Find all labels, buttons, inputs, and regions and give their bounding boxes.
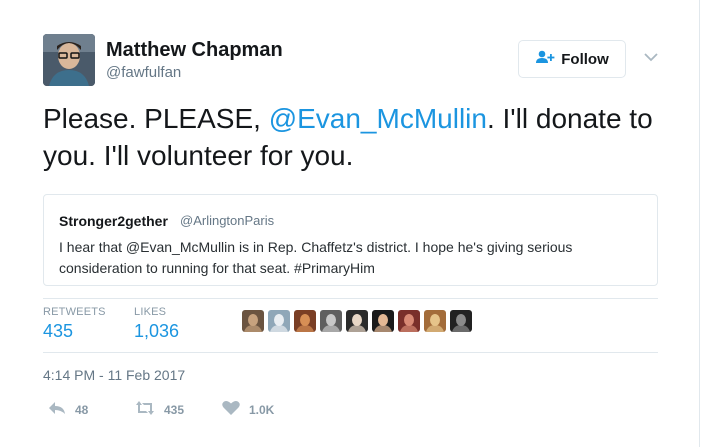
- liker-avatar[interactable]: [320, 310, 342, 332]
- author-handle[interactable]: @fawfulfan: [106, 64, 181, 81]
- liker-avatar[interactable]: [372, 310, 394, 332]
- retweet-icon: [134, 400, 156, 421]
- tweet-text: Please. PLEASE, @Evan_McMullin. I'll don…: [43, 100, 673, 174]
- quoted-tweet[interactable]: Stronger2gether @ArlingtonParis I hear t…: [43, 194, 658, 286]
- heart-icon: [221, 400, 241, 421]
- like-button[interactable]: 1.0K: [221, 400, 274, 420]
- stats-divider-bottom: [43, 352, 658, 353]
- liker-avatar[interactable]: [450, 310, 472, 332]
- tweet-text-before: Please. PLEASE,: [43, 103, 269, 134]
- reply-button[interactable]: 48: [47, 400, 88, 420]
- mention-link[interactable]: @Evan_McMullin: [269, 103, 487, 134]
- likers-avatars: [242, 310, 472, 340]
- retweets-label: RETWEETS: [43, 306, 106, 318]
- liker-avatar[interactable]: [294, 310, 316, 332]
- follow-button[interactable]: Follow: [518, 40, 626, 78]
- retweet-count: 435: [164, 403, 185, 417]
- quoted-author-handle: @ArlingtonParis: [180, 213, 275, 228]
- retweet-button[interactable]: 435: [134, 400, 184, 420]
- follow-user-icon: [535, 50, 555, 69]
- follow-label: Follow: [561, 50, 609, 68]
- retweets-count[interactable]: 435: [43, 321, 73, 342]
- author-name[interactable]: Matthew Chapman: [106, 39, 283, 62]
- liker-avatar[interactable]: [346, 310, 368, 332]
- liker-avatar[interactable]: [424, 310, 446, 332]
- like-count: 1.0K: [249, 403, 275, 417]
- likes-label: LIKES: [134, 306, 167, 318]
- reply-icon: [47, 400, 67, 421]
- liker-avatar[interactable]: [398, 310, 420, 332]
- liker-avatar[interactable]: [268, 310, 290, 332]
- tweet-card: Matthew Chapman @fawfulfan Follow Please…: [0, 0, 700, 447]
- liker-avatar[interactable]: [242, 310, 264, 332]
- chevron-down-icon[interactable]: [642, 50, 660, 64]
- quoted-author-name: Stronger2gether: [59, 213, 168, 229]
- reply-count: 48: [75, 403, 89, 417]
- stats-divider-top: [43, 298, 658, 299]
- likes-count[interactable]: 1,036: [134, 321, 179, 342]
- tweet-timestamp[interactable]: 4:14 PM - 11 Feb 2017: [43, 367, 185, 383]
- quoted-tweet-text: I hear that @Evan_McMullin is in Rep. Ch…: [59, 239, 573, 276]
- author-avatar[interactable]: [43, 34, 95, 86]
